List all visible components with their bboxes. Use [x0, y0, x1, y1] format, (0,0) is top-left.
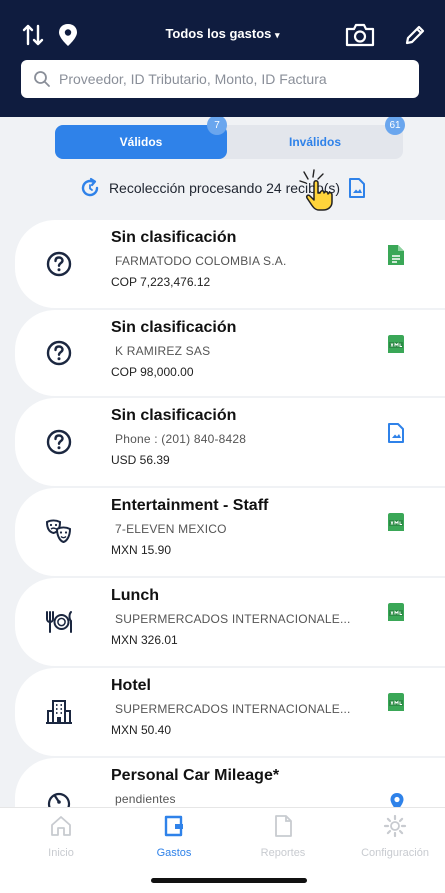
category-icon	[33, 776, 85, 807]
home-icon	[51, 816, 71, 836]
expense-amount: MXN 15.90	[111, 543, 172, 557]
camera-icon[interactable]	[342, 20, 378, 50]
xml-icon[interactable]	[387, 692, 405, 717]
masks-icon	[45, 519, 72, 544]
question-icon	[46, 429, 72, 455]
list-item[interactable]: Sin clasificación FARMATODO COLOMBIA S.A…	[15, 220, 445, 308]
building-icon	[46, 700, 72, 724]
expense-vendor: 7-ELEVEN MEXICO	[115, 522, 227, 536]
expense-title: Sin clasificación	[111, 407, 237, 424]
expense-amount: COP 7,223,476.12	[111, 275, 211, 289]
tab-valid[interactable]: Válidos	[55, 125, 227, 159]
header-toolbar: Todos los gastos ▾	[0, 18, 445, 50]
expense-title: Sin clasificación	[111, 319, 237, 336]
nav-item-configuracion[interactable]: Configuración	[345, 814, 445, 859]
category-icon	[33, 506, 85, 558]
expense-status: pendientes	[115, 792, 176, 806]
expense-vendor: Phone : (201) 840-8428	[115, 432, 247, 446]
search-placeholder: Proveedor, ID Tributario, Monto, ID Fact…	[59, 71, 327, 87]
nav-item-reportes[interactable]: Reportes	[233, 814, 333, 859]
nav-label: Reportes	[260, 847, 306, 859]
gear-icon	[383, 814, 407, 838]
expense-title: Sin clasificación	[111, 229, 237, 246]
xml-icon[interactable]	[387, 602, 405, 627]
tab-invalid-label: Inválidos	[288, 135, 341, 149]
nav-item-inicio[interactable]: Inicio	[11, 814, 111, 859]
search-icon	[34, 71, 50, 87]
gauge-icon	[47, 792, 71, 807]
search-input[interactable]: Proveedor, ID Tributario, Monto, ID Fact…	[21, 60, 419, 98]
blue-doc-icon[interactable]	[387, 422, 405, 449]
expense-amount: COP 98,000.00	[111, 365, 194, 379]
list-item[interactable]: Personal Car Mileage* pendientes	[15, 758, 445, 807]
utensils-icon	[46, 611, 72, 633]
expense-title: Personal Car Mileage*	[111, 767, 280, 784]
xml-icon[interactable]	[387, 512, 405, 537]
nav-item-gastos[interactable]: Gastos	[124, 814, 224, 859]
category-icon	[33, 238, 85, 290]
category-icon	[33, 596, 85, 648]
chevron-down-icon: ▾	[275, 30, 280, 40]
filter-dropdown-label: Todos los gastos	[165, 26, 272, 41]
category-icon	[33, 327, 85, 379]
wallet-icon	[164, 815, 183, 837]
expense-vendor: SUPERMERCADOS INTERNACIONALE...	[115, 612, 351, 626]
filter-dropdown[interactable]: Todos los gastos ▾	[0, 26, 445, 41]
processing-banner[interactable]: Recolección procesando 24 recibo(s)	[0, 169, 445, 211]
expense-amount: MXN 326.01	[111, 633, 178, 647]
list-item[interactable]: Lunch SUPERMERCADOS INTERNACIONALE... MX…	[15, 578, 445, 666]
image-file-icon	[349, 178, 366, 198]
expense-vendor: FARMATODO COLOMBIA S.A.	[115, 254, 287, 268]
expense-title: Lunch	[111, 587, 159, 604]
list-item[interactable]: Hotel SUPERMERCADOS INTERNACIONALE... MX…	[15, 668, 445, 756]
app-header: Todos los gastos ▾ Proveedor, ID Tributa…	[0, 0, 445, 117]
question-icon	[46, 340, 72, 366]
tab-valid-label: Válidos	[119, 135, 163, 149]
document-icon	[275, 815, 292, 837]
pencil-icon[interactable]	[400, 20, 430, 50]
expenses-list[interactable]: Válidos 7 Inválidos 61 Recolección proce…	[0, 117, 445, 807]
category-icon	[33, 686, 85, 738]
pointer-hand-icon	[296, 169, 340, 214]
refresh-icon	[81, 177, 99, 197]
list-item[interactable]: Sin clasificación K RAMIREZ SAS COP 98,0…	[15, 310, 445, 396]
category-icon	[33, 416, 85, 468]
expense-vendor: K RAMIREZ SAS	[115, 344, 211, 358]
expense-vendor: SUPERMERCADOS INTERNACIONALE...	[115, 702, 351, 716]
green-doc-icon[interactable]	[387, 244, 405, 271]
tab-invalid[interactable]: Inválidos	[227, 125, 403, 159]
bottom-nav: Inicio Gastos Reportes Configuración	[0, 807, 445, 863]
question-icon	[46, 251, 72, 277]
location-pin-icon[interactable]	[389, 792, 405, 807]
nav-label: Gastos	[156, 847, 192, 859]
nav-label: Configuración	[361, 847, 429, 859]
nav-label: Inicio	[48, 847, 74, 859]
expense-title: Hotel	[111, 677, 151, 694]
expense-amount: USD 56.39	[111, 453, 170, 467]
list-item[interactable]: Entertainment - Staff 7-ELEVEN MEXICO MX…	[15, 488, 445, 576]
xml-icon[interactable]	[387, 334, 405, 359]
status-segmented-control: Válidos 7 Inválidos 61	[55, 117, 405, 159]
expense-amount: MXN 50.40	[111, 723, 172, 737]
expense-title: Entertainment - Staff	[111, 497, 269, 514]
home-indicator	[151, 878, 307, 883]
list-item[interactable]: Sin clasificación Phone : (201) 840-8428…	[15, 398, 445, 486]
